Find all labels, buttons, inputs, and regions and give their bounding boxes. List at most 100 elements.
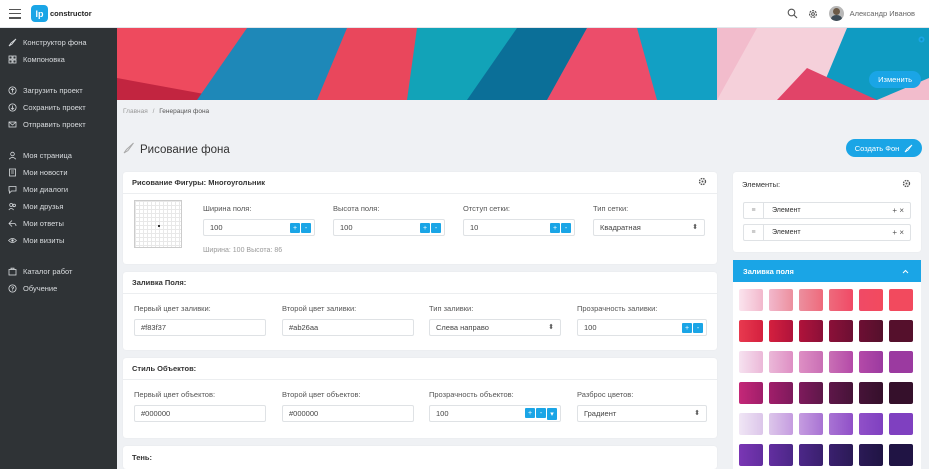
field-height-input[interactable]: 100 + -	[333, 219, 445, 236]
color-swatch[interactable]	[829, 351, 853, 373]
sidebar-item-my-news[interactable]: Мои новости	[0, 164, 117, 181]
plus-button[interactable]: +	[420, 223, 430, 233]
color-swatch[interactable]	[889, 444, 913, 466]
color-swatch[interactable]	[859, 351, 883, 373]
color-swatch[interactable]	[739, 413, 763, 435]
fill-opacity-input[interactable]: 100 + -	[577, 319, 707, 336]
dropdown-button[interactable]: ▾	[547, 408, 557, 420]
color-swatch[interactable]	[859, 320, 883, 342]
color-swatch[interactable]	[799, 444, 823, 466]
color-swatch[interactable]	[799, 320, 823, 342]
color-swatch[interactable]	[739, 351, 763, 373]
minus-button[interactable]: -	[301, 223, 311, 233]
color-swatch[interactable]	[829, 382, 853, 404]
color-swatch[interactable]	[739, 289, 763, 311]
color-swatch[interactable]	[859, 289, 883, 311]
user-name[interactable]: Александр Иванов	[850, 9, 915, 18]
news-icon	[8, 168, 17, 177]
plus-button[interactable]: +	[550, 223, 560, 233]
drag-handle-icon[interactable]: ≡	[744, 203, 764, 218]
sidebar-item-my-page[interactable]: Моя страница	[0, 147, 117, 164]
color-swatch[interactable]	[769, 444, 793, 466]
color-swatch[interactable]	[889, 289, 913, 311]
first-object-color-input[interactable]: #000000	[134, 405, 266, 422]
chevron-up-icon[interactable]	[902, 267, 909, 276]
list-item[interactable]: ≡ Элемент + ×	[743, 224, 911, 241]
field-width-input[interactable]: 100 + -	[203, 219, 315, 236]
fill-panel-header[interactable]: Заливка поля	[733, 260, 921, 282]
settings-icon[interactable]	[698, 177, 707, 188]
color-swatch[interactable]	[739, 320, 763, 342]
search-icon[interactable]	[787, 8, 799, 20]
color-swatch[interactable]	[799, 289, 823, 311]
color-swatch[interactable]	[799, 382, 823, 404]
sidebar-item-background-builder[interactable]: Конструктор фона	[0, 34, 117, 51]
color-swatch[interactable]	[889, 413, 913, 435]
close-icon[interactable]: ×	[899, 206, 904, 215]
sidebar-item-label: Отправить проект	[23, 120, 86, 129]
logo[interactable]: lp constructor	[31, 5, 92, 22]
color-swatch[interactable]	[889, 382, 913, 404]
fill-type-select[interactable]: Слева направо ⬍	[429, 319, 561, 336]
drag-handle-icon[interactable]: ≡	[744, 225, 764, 240]
select-value: Градиент	[584, 409, 617, 418]
grid-preview-canvas[interactable]	[134, 200, 182, 248]
plus-button[interactable]: +	[525, 408, 535, 418]
first-fill-color-label: Первый цвет заливки:	[134, 304, 211, 313]
breadcrumb: Главная / Генерация фона	[123, 108, 209, 115]
color-swatch[interactable]	[769, 382, 793, 404]
avatar[interactable]	[828, 6, 844, 21]
sidebar-item-layout[interactable]: Компоновка	[0, 51, 117, 68]
color-swatch[interactable]	[829, 320, 853, 342]
color-swatch[interactable]	[769, 351, 793, 373]
color-swatch[interactable]	[799, 413, 823, 435]
change-button[interactable]: Изменить	[869, 71, 921, 88]
color-swatch[interactable]	[829, 444, 853, 466]
sidebar-item-my-friends[interactable]: Мои друзья	[0, 198, 117, 215]
add-icon[interactable]: +	[892, 228, 897, 237]
minus-button[interactable]: -	[536, 408, 546, 418]
color-swatch[interactable]	[859, 444, 883, 466]
sidebar-item-my-visits[interactable]: Мои визиты	[0, 232, 117, 249]
second-fill-color-input[interactable]: #ab26aa	[282, 319, 414, 336]
color-swatch[interactable]	[739, 444, 763, 466]
second-object-color-input[interactable]: #000000	[282, 405, 414, 422]
sidebar-item-works-catalog[interactable]: Каталог работ	[0, 263, 117, 280]
color-swatch[interactable]	[829, 289, 853, 311]
color-swatch[interactable]	[799, 351, 823, 373]
color-swatch[interactable]	[769, 413, 793, 435]
add-icon[interactable]: +	[892, 206, 897, 215]
minus-button[interactable]: -	[693, 323, 703, 333]
minus-button[interactable]: -	[561, 223, 571, 233]
color-swatch[interactable]	[889, 351, 913, 373]
minus-button[interactable]: -	[431, 223, 441, 233]
breadcrumb-home[interactable]: Главная	[123, 108, 148, 115]
sidebar-item-my-dialogs[interactable]: Мои диалоги	[0, 181, 117, 198]
sidebar-item-training[interactable]: Обучение	[0, 280, 117, 297]
sidebar-item-send-project[interactable]: Отправить проект	[0, 116, 117, 133]
object-opacity-input[interactable]: 100 + - ▾	[429, 405, 561, 422]
sidebar-item-upload-project[interactable]: Загрузить проект	[0, 82, 117, 99]
close-icon[interactable]: ×	[899, 228, 904, 237]
color-swatch[interactable]	[859, 413, 883, 435]
color-swatch[interactable]	[859, 382, 883, 404]
color-spread-select[interactable]: Градиент ⬍	[577, 405, 707, 422]
settings-icon[interactable]	[807, 8, 819, 20]
plus-button[interactable]: +	[682, 323, 692, 333]
color-swatch[interactable]	[739, 382, 763, 404]
plus-button[interactable]: +	[290, 223, 300, 233]
color-swatch[interactable]	[769, 289, 793, 311]
field-value: 100	[210, 223, 223, 232]
first-fill-color-input[interactable]: #f83f37	[134, 319, 266, 336]
grid-type-select[interactable]: Квадратная ⬍	[593, 219, 705, 236]
color-swatch[interactable]	[769, 320, 793, 342]
grid-offset-input[interactable]: 10 + -	[463, 219, 575, 236]
create-background-button[interactable]: Создать Фон	[846, 139, 922, 157]
settings-icon[interactable]	[902, 179, 911, 190]
list-item[interactable]: ≡ Элемент + ×	[743, 202, 911, 219]
menu-icon[interactable]	[9, 8, 21, 19]
sidebar-item-save-project[interactable]: Сохранить проект	[0, 99, 117, 116]
color-swatch[interactable]	[829, 413, 853, 435]
color-swatch[interactable]	[889, 320, 913, 342]
sidebar-item-my-answers[interactable]: Мои ответы	[0, 215, 117, 232]
